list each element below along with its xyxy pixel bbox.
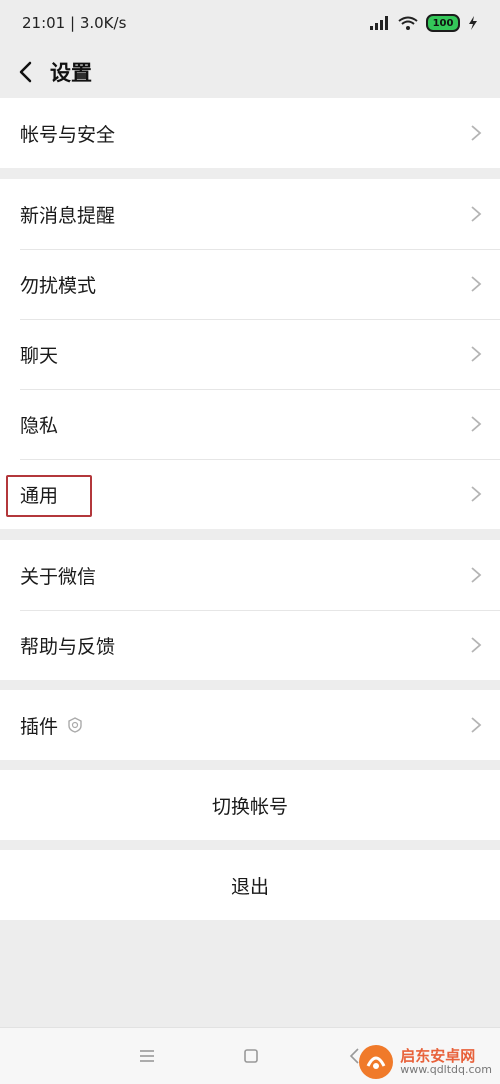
charging-icon bbox=[469, 16, 477, 30]
group-general: 新消息提醒 勿扰模式 聊天 隐私 通用 bbox=[0, 179, 500, 529]
chevron-right-icon bbox=[471, 486, 482, 502]
page-title: 设置 bbox=[50, 61, 92, 85]
settings-item-new-message-alerts[interactable]: 新消息提醒 bbox=[0, 179, 500, 249]
chevron-right-icon bbox=[471, 637, 482, 653]
wifi-icon bbox=[398, 16, 418, 30]
settings-item-about-wechat[interactable]: 关于微信 bbox=[0, 540, 500, 610]
settings-item-label: 新消息提醒 bbox=[20, 204, 116, 227]
status-time: 21:01 | 3.0K/s bbox=[22, 14, 127, 32]
highlight-box bbox=[6, 475, 92, 517]
settings-item-help-feedback[interactable]: 帮助与反馈 bbox=[0, 610, 500, 680]
watermark-name: 启东安卓网 bbox=[400, 1046, 476, 1065]
logout-button[interactable]: 退出 bbox=[0, 850, 500, 920]
logout-label: 退出 bbox=[230, 875, 269, 898]
signal-icon bbox=[370, 16, 388, 30]
header: 设置 bbox=[0, 46, 500, 98]
chevron-right-icon bbox=[471, 416, 482, 432]
status-bar: 21:01 | 3.0K/s 100 bbox=[0, 0, 500, 46]
settings-item-account-security[interactable]: 帐号与安全 bbox=[0, 98, 500, 168]
watermark: 启东安卓网 www.qdltdq.com bbox=[358, 1044, 492, 1080]
settings-item-privacy[interactable]: 隐私 bbox=[0, 389, 500, 459]
settings-item-label: 帐号与安全 bbox=[20, 123, 116, 146]
chevron-right-icon bbox=[471, 206, 482, 222]
back-arrow-icon[interactable] bbox=[14, 59, 40, 85]
chevron-right-icon bbox=[471, 125, 482, 141]
settings-item-do-not-disturb[interactable]: 勿扰模式 bbox=[0, 249, 500, 319]
menu-icon[interactable] bbox=[137, 1046, 157, 1066]
settings-item-chat[interactable]: 聊天 bbox=[0, 319, 500, 389]
chevron-right-icon bbox=[471, 567, 482, 583]
group-account: 帐号与安全 bbox=[0, 98, 500, 168]
group-about: 关于微信 帮助与反馈 bbox=[0, 540, 500, 680]
watermark-url: www.qdltdq.com bbox=[400, 1063, 492, 1077]
status-icons: 100 bbox=[370, 14, 478, 32]
settings-item-general[interactable]: 通用 bbox=[0, 459, 500, 529]
switch-account-button[interactable]: 切换帐号 bbox=[0, 770, 500, 840]
settings-item-label: 插件 bbox=[20, 715, 59, 738]
chevron-right-icon bbox=[471, 717, 482, 733]
switch-account-label: 切换帐号 bbox=[211, 795, 288, 818]
plugin-badge-icon bbox=[68, 717, 82, 733]
settings-item-label: 隐私 bbox=[20, 414, 59, 437]
chevron-right-icon bbox=[471, 346, 482, 362]
battery-icon: 100 bbox=[426, 14, 460, 32]
settings-item-label: 关于微信 bbox=[20, 565, 97, 588]
settings-item-label: 聊天 bbox=[20, 344, 59, 367]
logout-group: 退出 bbox=[0, 850, 500, 920]
group-plugins: 插件 bbox=[0, 690, 500, 760]
settings-item-label: 帮助与反馈 bbox=[20, 635, 116, 658]
chevron-right-icon bbox=[471, 276, 482, 292]
switch-account-group: 切换帐号 bbox=[0, 770, 500, 840]
home-icon[interactable] bbox=[241, 1046, 261, 1066]
settings-item-label: 勿扰模式 bbox=[20, 274, 97, 297]
watermark-text: 启东安卓网 www.qdltdq.com bbox=[400, 1048, 492, 1077]
system-nav-bar: 启东安卓网 www.qdltdq.com bbox=[0, 1027, 500, 1084]
watermark-logo-icon bbox=[359, 1045, 394, 1079]
settings-item-plugins[interactable]: 插件 bbox=[0, 690, 500, 760]
